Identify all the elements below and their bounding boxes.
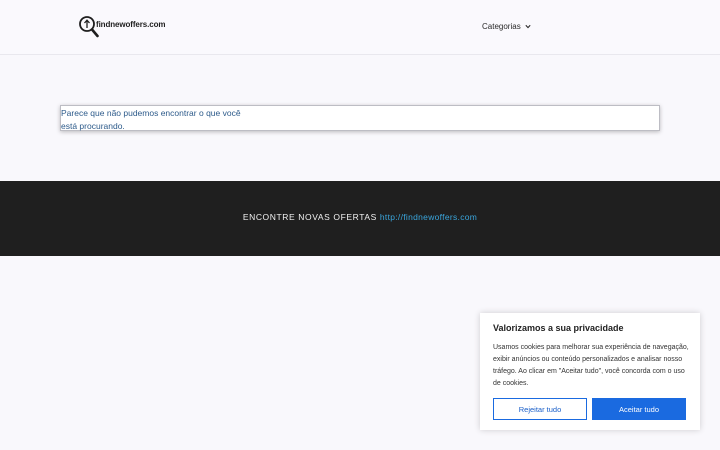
cookie-consent-panel: Valorizamos a sua privacidade Usamos coo… — [480, 313, 700, 430]
reject-all-button[interactable]: Rejeitar tudo — [493, 398, 587, 420]
not-found-message: Parece que não pudemos encontrar o que v… — [61, 108, 241, 131]
nav-categories[interactable]: Categorias — [482, 22, 531, 31]
promo-band: ENCONTRE NOVAS OFERTAS http://findnewoff… — [0, 181, 720, 256]
cookie-title: Valorizamos a sua privacidade — [493, 323, 624, 333]
cookie-description: Usamos cookies para melhorar sua experiê… — [493, 344, 689, 387]
promo-line: ENCONTRE NOVAS OFERTAS http://findnewoff… — [0, 212, 720, 222]
nav-categories-label: Categorias — [482, 22, 521, 31]
logo-text: findnewoffers.com — [96, 20, 166, 29]
accept-all-button[interactable]: Aceitar tudo — [592, 398, 686, 420]
site-logo[interactable]: findnewoffers.com — [78, 15, 166, 39]
page: findnewoffers.com Categorias Parece que … — [0, 0, 720, 450]
site-header: findnewoffers.com Categorias — [0, 0, 720, 55]
promo-link[interactable]: http://findnewoffers.com — [380, 212, 477, 222]
promo-text: ENCONTRE NOVAS OFERTAS — [242, 212, 377, 222]
not-found-notice: Parece que não pudemos encontrar o que v… — [60, 105, 660, 131]
chevron-down-icon — [525, 24, 531, 29]
